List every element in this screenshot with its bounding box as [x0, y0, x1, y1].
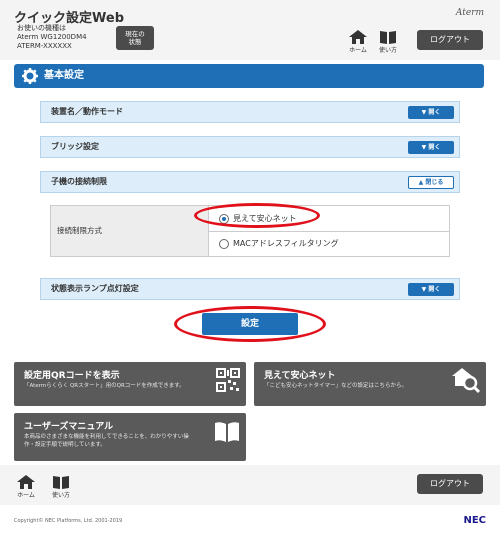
logout-button[interactable]: ログアウト — [417, 30, 483, 50]
open-button[interactable]: ▼ 開く — [408, 141, 454, 154]
highlight-ellipse — [174, 306, 326, 342]
home-label: ホーム — [349, 47, 367, 54]
book-icon — [380, 31, 396, 44]
card-desc-line: 本商品のさまざまな機能を利用してできることを、わかりやすい操 — [24, 434, 189, 440]
gear-icon — [22, 68, 38, 84]
card-qr-code[interactable]: 設定用QRコードを表示 「Atermらくらく QRスタート」用のQRコードを作成… — [14, 362, 246, 406]
footer-home-button[interactable]: ホーム — [13, 475, 39, 499]
panel-device-name[interactable]: 装置名／動作モード ▼ 開く — [40, 101, 460, 123]
highlight-ellipse — [194, 203, 320, 228]
toggle-label: 開く — [428, 286, 441, 293]
card-mieru-anshin[interactable]: 見えて安心ネット 「こども安心ネットタイマー」などの設定はこちらから。 — [254, 362, 486, 406]
footer-logout-button[interactable]: ログアウト — [417, 474, 483, 494]
panel-bridge[interactable]: ブリッジ設定 ▼ 開く — [40, 136, 460, 158]
book-icon — [53, 476, 69, 489]
header: クイック設定Web お使いの機種は Aterm WG1200DM4 ATERM-… — [0, 0, 500, 60]
restriction-method-label: 接続制限方式 — [51, 206, 209, 256]
panel-label: 子機の接続制限 — [51, 177, 107, 186]
section-header: 基本設定 — [14, 64, 484, 88]
close-button[interactable]: ▲ 閉じる — [408, 176, 454, 189]
copyright: Copyright© NEC Platforms, Ltd. 2001-2019 — [14, 518, 123, 524]
toggle-label: 開く — [428, 109, 441, 116]
manual-button[interactable]: 使い方 — [375, 30, 401, 54]
card-title: 設定用QRコードを表示 — [24, 371, 120, 381]
panel-connection-restriction[interactable]: 子機の接続制限 ▲ 閉じる — [40, 171, 460, 193]
open-button[interactable]: ▼ 開く — [408, 106, 454, 119]
toggle-label: 開く — [428, 144, 441, 151]
model-line: Aterm WG1200DM4 — [17, 33, 87, 41]
panel-status-lamp[interactable]: 状態表示ランプ点灯設定 ▼ 開く — [40, 278, 460, 300]
card-desc: 「こども安心ネットタイマー」などの設定はこちらから。 — [264, 383, 408, 389]
option-label: MACアドレスフィルタリング — [233, 239, 339, 248]
panel-label: 装置名／動作モード — [51, 107, 123, 116]
card-title: 見えて安心ネット — [264, 371, 336, 381]
footer-manual-button[interactable]: 使い方 — [48, 475, 74, 499]
card-desc-line: 作・設定手順で説明しています。 — [24, 442, 106, 448]
aterm-logo: Aterm — [455, 8, 484, 18]
footer: ホーム 使い方 ログアウト — [0, 465, 500, 505]
model-info: お使いの機種は Aterm WG1200DM4 ATERM-XXXXXX — [17, 24, 87, 51]
status-button-line: 現在の — [125, 30, 145, 38]
home-button[interactable]: ホーム — [345, 30, 371, 54]
qr-code-icon — [216, 368, 240, 392]
section-title: 基本設定 — [44, 70, 84, 81]
model-line: お使いの機種は — [17, 24, 66, 32]
table-divider — [209, 231, 450, 232]
card-desc: 本商品のさまざまな機能を利用してできることを、わかりやすい操 作・設定手順で説明… — [24, 433, 189, 449]
manual-label: 使い方 — [378, 47, 397, 54]
home-icon — [349, 30, 367, 44]
manual-label: 使い方 — [51, 492, 70, 499]
current-status-button[interactable]: 現在の 状態 — [116, 26, 154, 50]
home-search-icon — [452, 368, 480, 394]
radio-unselected[interactable] — [219, 239, 229, 249]
panel-label: ブリッジ設定 — [51, 142, 99, 151]
home-icon — [17, 475, 35, 489]
model-line: ATERM-XXXXXX — [17, 42, 72, 50]
status-button-line: 状態 — [128, 38, 142, 46]
card-users-manual[interactable]: ユーザーズマニュアル 本商品のさまざまな機能を利用してできることを、わかりやすい… — [14, 413, 246, 461]
card-desc: 「Atermらくらく QRスタート」用のQRコードを作成できます。 — [24, 383, 185, 389]
panel-label: 状態表示ランプ点灯設定 — [51, 284, 139, 293]
card-title: ユーザーズマニュアル — [24, 422, 114, 432]
toggle-label: 閉じる — [425, 179, 444, 186]
book-icon — [215, 422, 239, 442]
open-button[interactable]: ▼ 開く — [408, 283, 454, 296]
nec-logo: NEC — [463, 515, 486, 526]
home-label: ホーム — [17, 492, 35, 499]
